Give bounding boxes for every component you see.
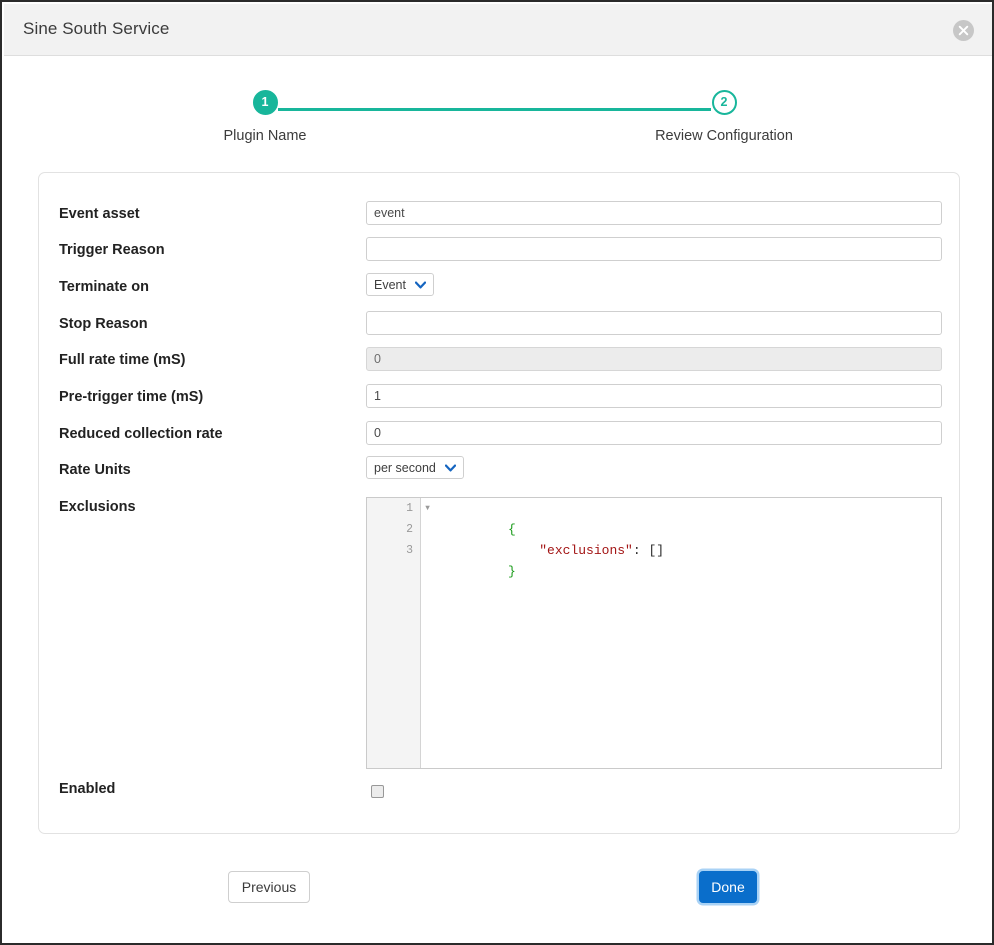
event-asset-input[interactable] bbox=[366, 201, 942, 225]
gutter-line-1[interactable]: 1 ▾ bbox=[367, 498, 420, 519]
previous-button[interactable]: Previous bbox=[228, 871, 310, 903]
step-number-1[interactable]: 1 bbox=[253, 90, 278, 115]
label-enabled: Enabled bbox=[59, 781, 115, 797]
line-number-3: 3 bbox=[406, 544, 413, 557]
close-icon[interactable] bbox=[953, 20, 974, 41]
chevron-down-icon bbox=[415, 278, 426, 292]
line-number-2: 2 bbox=[406, 523, 413, 536]
rate-units-value: per second bbox=[374, 461, 436, 475]
editor-code-area[interactable]: { "exclusions": [] } bbox=[421, 498, 941, 768]
exclusions-code-editor[interactable]: 1 ▾ 2 3 { "exclusions": [] } bbox=[366, 497, 942, 769]
gutter-line-3[interactable]: 3 bbox=[367, 540, 420, 561]
label-rate-units: Rate Units bbox=[59, 462, 131, 478]
rate-units-select[interactable]: per second bbox=[366, 456, 464, 479]
terminate-on-value: Event bbox=[374, 278, 406, 292]
full-rate-time-input bbox=[366, 347, 942, 371]
label-terminate-on: Terminate on bbox=[59, 279, 149, 295]
line-number-1: 1 bbox=[406, 502, 413, 515]
label-event-asset: Event asset bbox=[59, 206, 140, 222]
modal-header: Sine South Service bbox=[4, 4, 992, 56]
page-title: Sine South Service bbox=[23, 19, 169, 39]
code-line-1: { bbox=[430, 498, 941, 519]
label-trigger-reason: Trigger Reason bbox=[59, 242, 165, 258]
code-open-brace: { bbox=[508, 522, 516, 537]
stepper-step-plugin-name[interactable]: 1 Plugin Name bbox=[175, 90, 355, 144]
stop-reason-input[interactable] bbox=[366, 311, 942, 335]
done-button[interactable]: Done bbox=[699, 871, 757, 903]
configuration-panel: Event asset Trigger Reason Terminate on … bbox=[38, 172, 960, 834]
label-pre-trigger-time: Pre-trigger time (mS) bbox=[59, 389, 203, 405]
code-value-exclusions: : [] bbox=[633, 543, 664, 558]
trigger-reason-input[interactable] bbox=[366, 237, 942, 261]
label-exclusions: Exclusions bbox=[59, 499, 136, 515]
stepper-step-review-configuration[interactable]: 2 Review Configuration bbox=[634, 90, 814, 144]
label-stop-reason: Stop Reason bbox=[59, 316, 148, 332]
reduced-collection-rate-input[interactable] bbox=[366, 421, 942, 445]
step-number-2[interactable]: 2 bbox=[712, 90, 737, 115]
step-label-1: Plugin Name bbox=[175, 128, 355, 144]
pre-trigger-time-input[interactable] bbox=[366, 384, 942, 408]
label-reduced-collection-rate: Reduced collection rate bbox=[59, 426, 223, 442]
chevron-down-icon bbox=[445, 461, 456, 475]
step-label-2: Review Configuration bbox=[634, 128, 814, 144]
gutter-line-2[interactable]: 2 bbox=[367, 519, 420, 540]
editor-gutter: 1 ▾ 2 3 bbox=[367, 498, 421, 768]
wizard-stepper: 1 Plugin Name 2 Review Configuration bbox=[2, 90, 994, 152]
code-close-brace: } bbox=[508, 564, 516, 579]
modal-dialog: Sine South Service 1 Plugin Name 2 Revie… bbox=[0, 0, 994, 945]
terminate-on-select[interactable]: Event bbox=[366, 273, 434, 296]
label-full-rate-time: Full rate time (mS) bbox=[59, 352, 186, 368]
enabled-checkbox[interactable] bbox=[371, 785, 384, 798]
code-key-exclusions: "exclusions" bbox=[539, 543, 633, 558]
